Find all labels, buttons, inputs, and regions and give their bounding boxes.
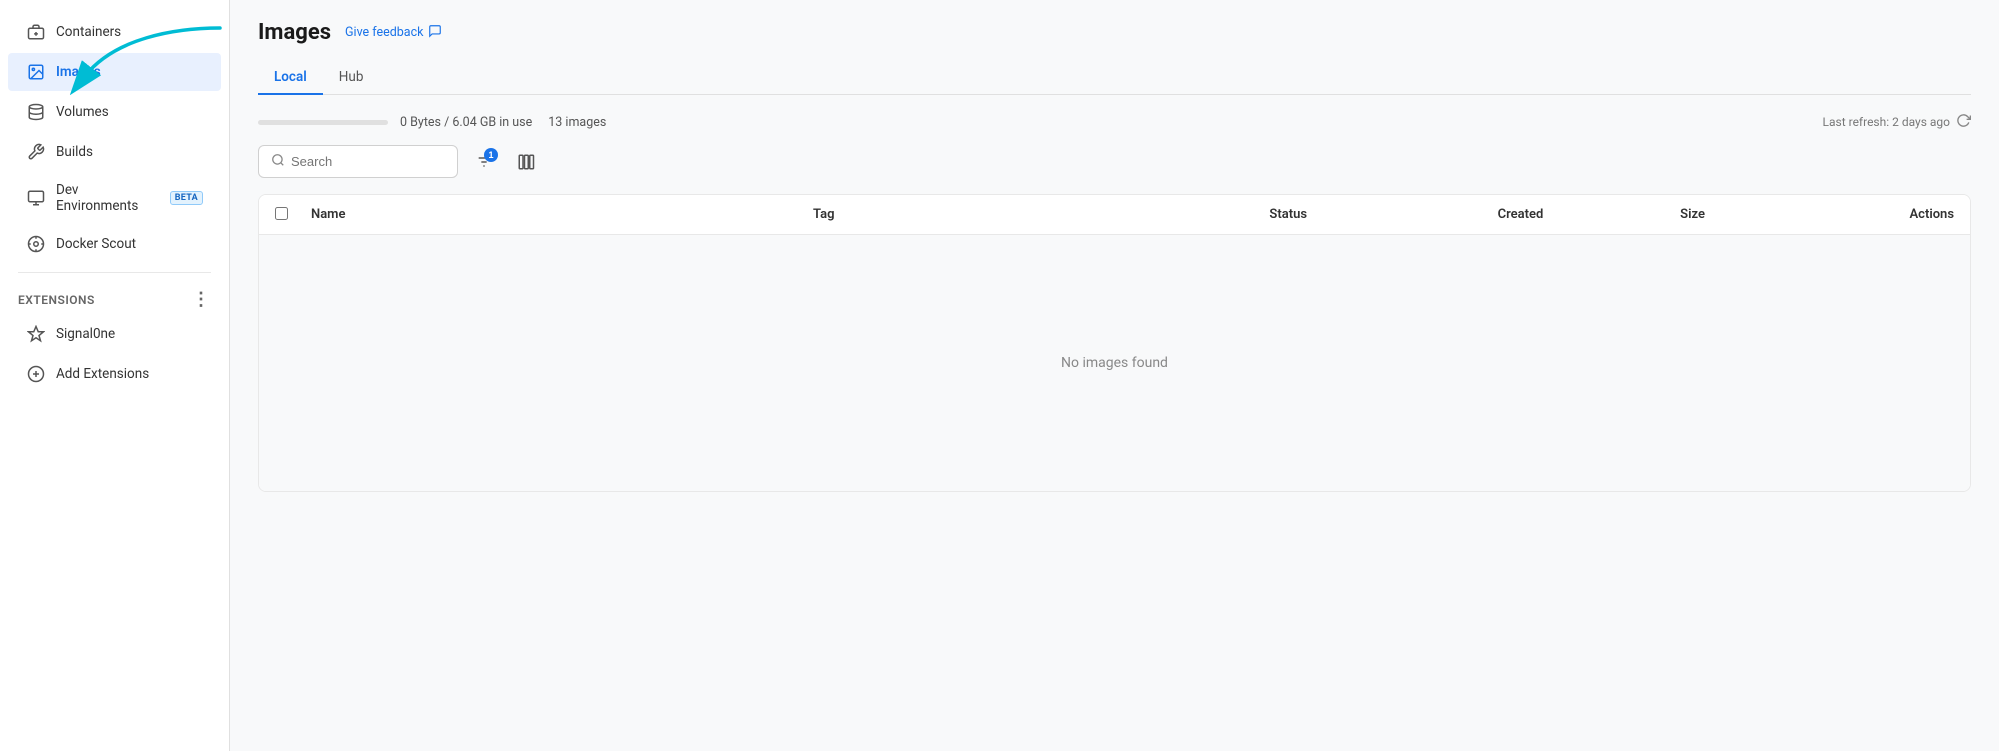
sidebar-item-dev-environments[interactable]: Dev Environments BETA <box>8 173 221 223</box>
sidebar-item-dev-environments-label: Dev Environments <box>56 182 160 214</box>
feedback-label: Give feedback <box>345 25 423 40</box>
search-input[interactable] <box>291 154 445 169</box>
refresh-icon[interactable] <box>1956 113 1971 131</box>
sidebar-item-builds-label: Builds <box>56 144 93 160</box>
sidebar-item-volumes[interactable]: Volumes <box>8 93 221 131</box>
page-title: Images <box>258 20 331 45</box>
col-actions-header: Actions <box>1817 207 1954 222</box>
dev-environments-icon <box>26 188 46 208</box>
extensions-label: Extensions <box>18 293 95 307</box>
sidebar-item-images[interactable]: Images <box>8 53 221 91</box>
col-size-header: Size <box>1680 207 1817 222</box>
sidebar-item-builds[interactable]: Builds <box>8 133 221 171</box>
filter-badge: 1 <box>484 148 498 162</box>
signal0ne-icon <box>26 324 46 344</box>
feedback-icon <box>428 24 442 42</box>
sidebar-item-signal0ne[interactable]: Signal0ne <box>8 315 221 353</box>
sidebar-item-volumes-label: Volumes <box>56 104 109 120</box>
images-table: Name Tag Status Created Size Actions No … <box>258 194 1971 492</box>
tab-hub[interactable]: Hub <box>323 61 380 95</box>
images-icon <box>26 62 46 82</box>
extensions-more-icon[interactable]: ⋮ <box>192 289 211 310</box>
sidebar-divider <box>18 272 211 273</box>
containers-icon <box>26 22 46 42</box>
sidebar-item-docker-scout[interactable]: Docker Scout <box>8 225 221 263</box>
col-name-header: Name <box>311 207 813 222</box>
add-extensions-label: Add Extensions <box>56 366 149 382</box>
sidebar-item-add-extensions[interactable]: Add Extensions <box>8 355 221 393</box>
storage-text: 0 Bytes / 6.04 GB in use <box>400 115 532 130</box>
refresh-label: Last refresh: 2 days ago <box>1823 115 1950 129</box>
search-icon <box>271 152 285 171</box>
table-header: Name Tag Status Created Size Actions <box>259 195 1970 235</box>
select-all-checkbox[interactable] <box>275 207 288 220</box>
builds-icon <box>26 142 46 162</box>
sidebar-item-docker-scout-label: Docker Scout <box>56 236 136 252</box>
page-header: Images Give feedback <box>258 20 1971 45</box>
empty-message: No images found <box>1061 355 1168 371</box>
docker-scout-icon <box>26 234 46 254</box>
empty-state: No images found <box>259 235 1970 491</box>
sidebar-item-containers[interactable]: Containers <box>8 13 221 51</box>
sidebar-item-signal0ne-label: Signal0ne <box>56 326 115 342</box>
images-count: 13 images <box>548 115 606 130</box>
sidebar: Containers Images Volumes <box>0 0 230 751</box>
storage-bar <box>258 120 388 125</box>
col-status-header: Status <box>1269 207 1497 222</box>
storage-bar-track <box>258 120 388 125</box>
sidebar-item-containers-label: Containers <box>56 24 121 40</box>
col-tag-header: Tag <box>813 207 1269 222</box>
columns-button[interactable] <box>510 146 542 178</box>
beta-badge: BETA <box>170 191 203 205</box>
volumes-icon <box>26 102 46 122</box>
toolbar: 1 <box>258 145 1971 178</box>
refresh-row: Last refresh: 2 days ago <box>1823 113 1971 131</box>
select-all-cell <box>275 205 311 224</box>
storage-row: 0 Bytes / 6.04 GB in use 13 images Last … <box>258 113 1971 131</box>
extensions-section-header: Extensions ⋮ <box>0 281 229 314</box>
main-content-area: Images Give feedback Local Hub <box>230 0 1999 751</box>
filter-button[interactable]: 1 <box>468 146 500 178</box>
tab-local[interactable]: Local <box>258 61 323 95</box>
search-box <box>258 145 458 178</box>
tabs: Local Hub <box>258 61 1971 95</box>
col-created-header: Created <box>1498 207 1681 222</box>
add-extensions-icon <box>26 364 46 384</box>
sidebar-item-images-label: Images <box>56 64 101 80</box>
feedback-link[interactable]: Give feedback <box>345 24 442 42</box>
